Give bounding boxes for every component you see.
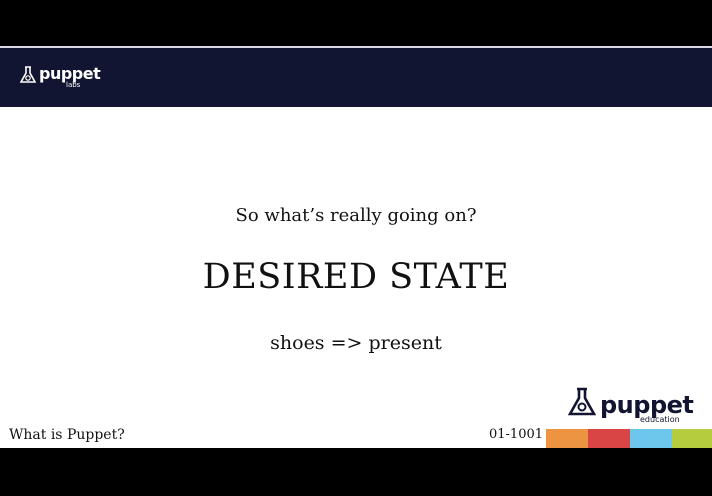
slide-title: DESIRED STATE [202,257,510,297]
stripe-orange [546,429,588,448]
color-stripes [546,429,712,448]
letterbox-top [0,0,712,46]
flask-icon [568,387,596,416]
slide-number: 01-1001 [489,427,544,442]
slide-header-band [0,46,712,107]
slide-content: So what’s really going on? DESIRED STATE… [0,107,712,448]
logo-wordmark: puppet [600,391,694,419]
footer-title: What is Puppet? [9,427,125,443]
logo-wordmark: puppet [39,64,101,83]
slide-subtitle: So what’s really going on? [235,205,477,226]
stripe-red [588,429,630,448]
puppet-education-logo: puppet education [568,387,694,424]
slide-code-line: shoes => present [270,332,442,354]
logo-subtext: labs [66,81,81,89]
letterbox-bottom [0,448,712,496]
stripe-green [672,429,712,448]
puppet-labs-logo: puppet labs [20,64,101,89]
stripe-blue [630,429,672,448]
logo-subtext: education [640,415,680,424]
flask-icon [20,66,36,83]
